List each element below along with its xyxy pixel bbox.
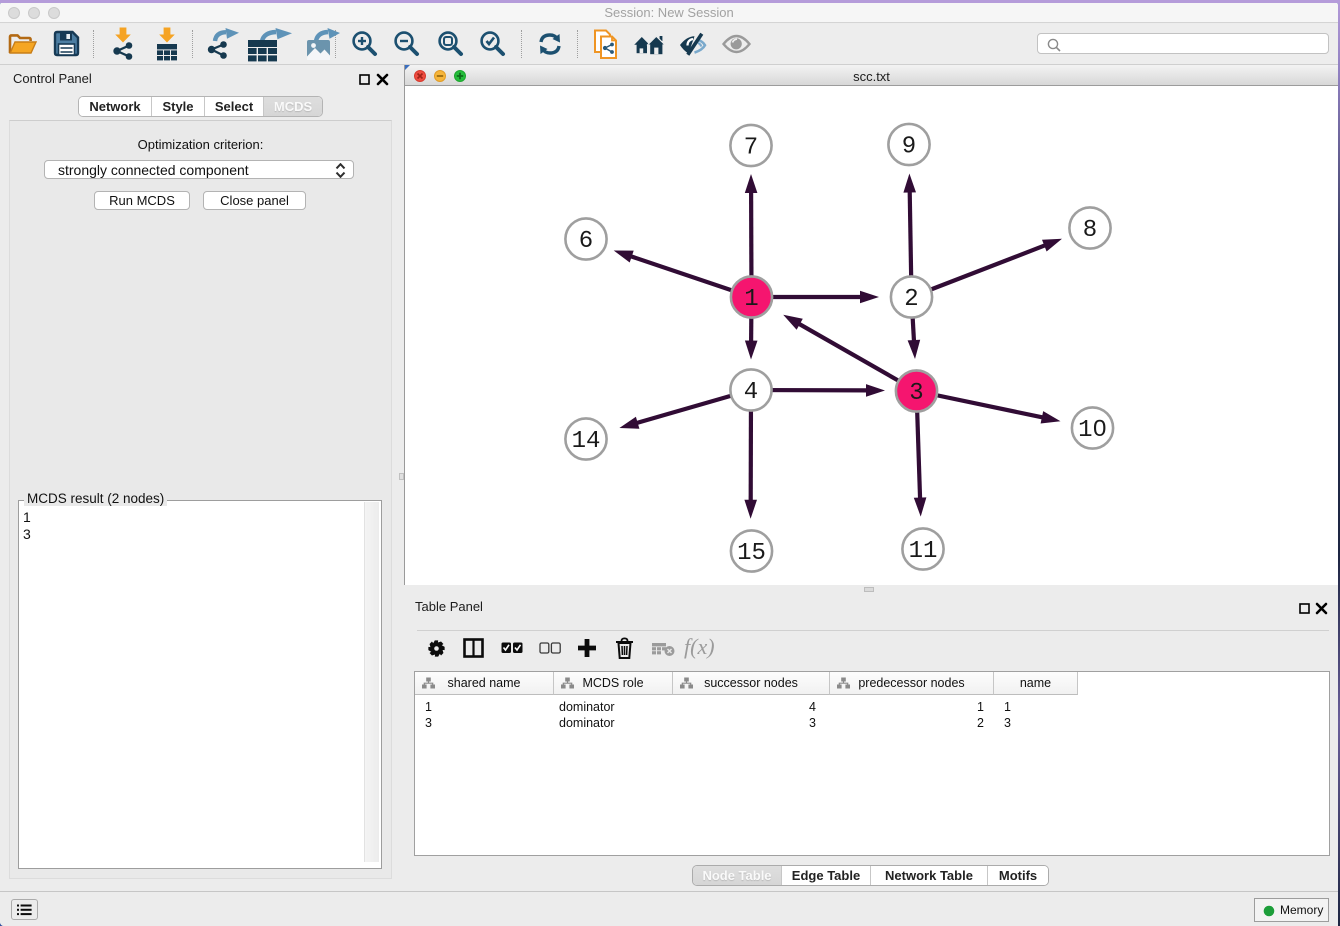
svg-text:10: 10 [1078,417,1107,444]
svg-text:2: 2 [904,286,918,313]
svg-text:4: 4 [744,379,758,406]
svg-text:8: 8 [1083,217,1097,244]
svg-text:9: 9 [902,134,916,161]
svg-text:6: 6 [579,228,593,255]
svg-text:1: 1 [744,286,758,313]
svg-text:11: 11 [909,538,938,565]
svg-text:3: 3 [909,380,923,407]
svg-text:14: 14 [572,428,601,455]
svg-text:7: 7 [744,135,758,162]
svg-text:15: 15 [737,540,766,567]
